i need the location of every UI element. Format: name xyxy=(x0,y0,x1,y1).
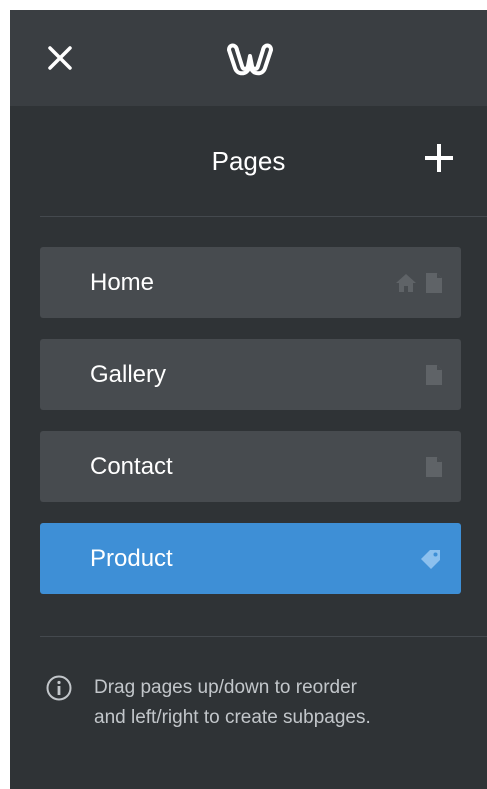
page-icons xyxy=(425,339,443,410)
page-icons xyxy=(419,523,443,594)
page-label: Gallery xyxy=(90,361,167,388)
hint-line-1: Drag pages up/down to reorder xyxy=(94,677,357,698)
pages-panel: Pages Home Gallery Contact Product Drag … xyxy=(10,10,487,789)
home-icon xyxy=(396,273,416,292)
page-icons xyxy=(425,431,443,502)
page-icon xyxy=(426,272,442,293)
footer-divider xyxy=(40,636,487,637)
close-icon xyxy=(48,46,72,70)
header-divider xyxy=(40,216,487,217)
page-label: Home xyxy=(90,269,155,296)
info-icon xyxy=(46,675,72,701)
tag-icon xyxy=(421,549,440,569)
plus-icon xyxy=(425,144,453,172)
weebly-logo-icon xyxy=(215,38,285,78)
add-page-button[interactable] xyxy=(417,136,461,180)
page-item-gallery[interactable]: Gallery xyxy=(40,339,461,410)
page-icon xyxy=(426,456,442,477)
hint-line-2: and left/right to create subpages. xyxy=(94,707,371,728)
page-icons xyxy=(395,247,443,318)
page-item-product[interactable]: Product xyxy=(40,523,461,594)
page-item-home[interactable]: Home xyxy=(40,247,461,318)
page-label: Contact xyxy=(90,453,173,480)
top-bar xyxy=(10,10,487,106)
pages-header: Pages xyxy=(10,106,487,216)
close-button[interactable] xyxy=(40,38,80,78)
page-label: Product xyxy=(90,545,173,572)
page-title: Pages xyxy=(211,146,286,176)
hint-text: Drag pages up/down to reorder and left/r… xyxy=(94,673,474,733)
page-icon xyxy=(426,364,442,385)
page-item-contact[interactable]: Contact xyxy=(40,431,461,502)
page-list: Home Gallery Contact Product xyxy=(40,247,461,615)
